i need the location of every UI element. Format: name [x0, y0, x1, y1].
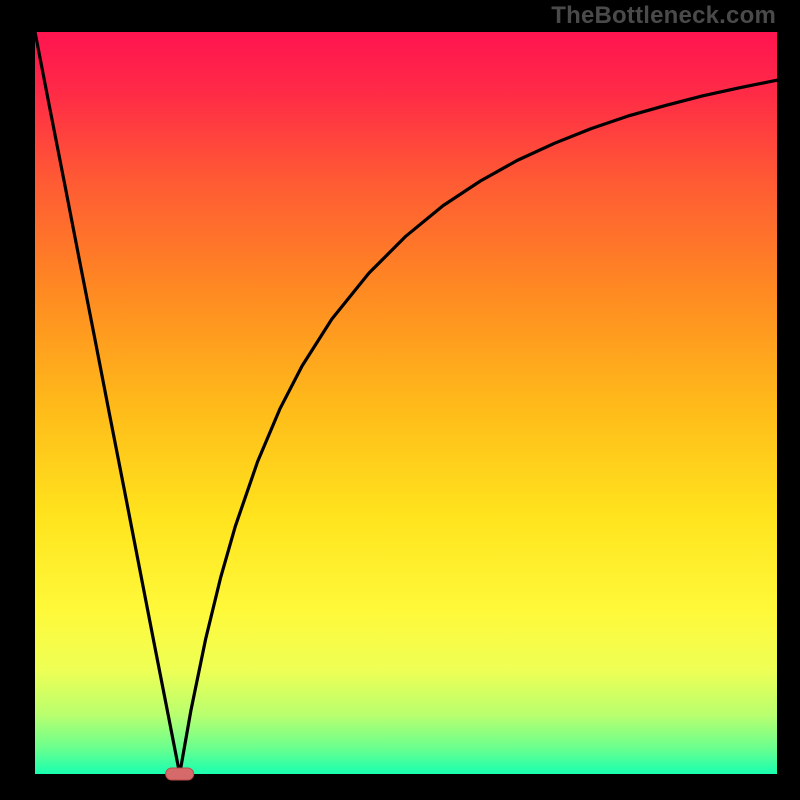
bottleneck-chart [0, 0, 800, 800]
watermark-text: TheBottleneck.com [551, 2, 776, 30]
chart-frame: TheBottleneck.com [0, 0, 800, 800]
optimum-marker [166, 768, 194, 780]
plot-background [35, 32, 777, 774]
